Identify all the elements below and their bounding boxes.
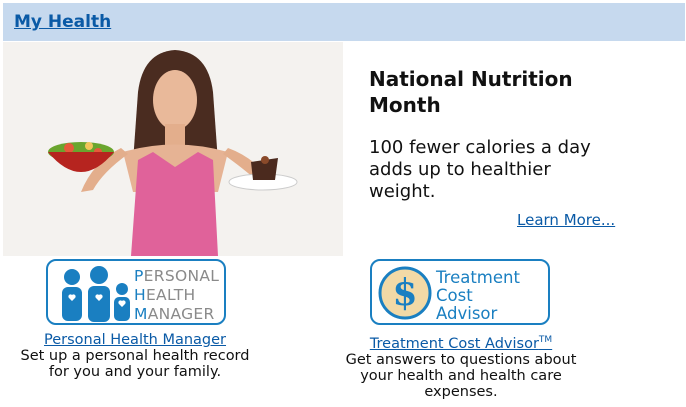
personal-health-manager-tile: Personal Health Manager Set up a persona… <box>20 332 250 380</box>
personal-health-manager-description: Set up a personal health record for you … <box>20 348 250 380</box>
tca-logo-text: Treatment Cost Advisor <box>436 268 520 323</box>
trademark-sup: TM <box>538 335 553 345</box>
personal-health-manager-logo[interactable]: PERSONAL HEALTH MANAGER <box>46 259 226 325</box>
promo-text: 100 fewer calories a day adds up to heal… <box>369 137 591 202</box>
family-icon <box>62 266 130 322</box>
svg-text:$: $ <box>392 272 417 314</box>
treatment-cost-advisor-link[interactable]: Treatment Cost AdvisorTM <box>338 332 584 352</box>
phm-logo-text: PERSONAL HEALTH MANAGER <box>134 267 220 323</box>
my-health-link[interactable]: My Health <box>14 12 111 32</box>
learn-more-link[interactable]: Learn More... <box>517 211 615 229</box>
header-bar: My Health <box>3 3 685 41</box>
treatment-cost-advisor-logo[interactable]: $ Treatment Cost Advisor <box>370 259 550 325</box>
promo-title: National Nutrition Month <box>369 67 573 117</box>
treatment-cost-advisor-tile: Treatment Cost AdvisorTM Get answers to … <box>338 332 584 400</box>
personal-health-manager-link[interactable]: Personal Health Manager <box>20 332 250 348</box>
woman-holding-food-image <box>3 42 343 256</box>
treatment-cost-advisor-description: Get answers to questions about your heal… <box>345 351 577 400</box>
dollar-sign-icon: $ <box>378 266 432 320</box>
